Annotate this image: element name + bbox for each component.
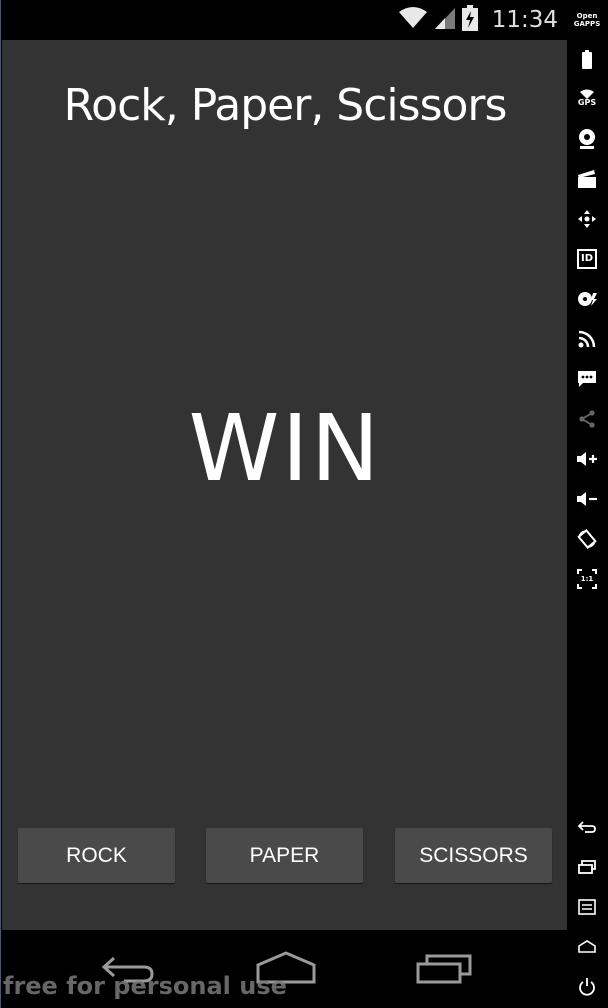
- status-icons: 11:34: [398, 4, 558, 36]
- camera-icon[interactable]: [573, 125, 601, 153]
- status-bar: 11:34: [1, 0, 568, 40]
- scale-label: 1:1: [580, 575, 594, 583]
- emulator-side-toolbar: Open GAPPS GPS ID 1:1: [567, 0, 608, 1008]
- app-content: Rock, Paper, Scissors WIN ROCK PAPER SCI…: [2, 40, 568, 930]
- paper-button[interactable]: PAPER: [206, 828, 363, 883]
- rss-icon[interactable]: [573, 325, 601, 353]
- battery-icon[interactable]: [573, 46, 601, 74]
- gps-icon[interactable]: GPS: [573, 84, 601, 112]
- app-title: Rock, Paper, Scissors: [63, 80, 508, 131]
- id-icon[interactable]: ID: [573, 245, 601, 273]
- signal-icon: [434, 6, 456, 34]
- recent-apps-icon[interactable]: [415, 950, 473, 990]
- share-icon[interactable]: [573, 405, 601, 433]
- game-result: WIN: [188, 395, 382, 502]
- volume-up-icon[interactable]: [573, 445, 601, 473]
- disk-icon[interactable]: [573, 285, 601, 313]
- menu-icon[interactable]: [573, 893, 601, 921]
- toolbar-recent-apps-icon[interactable]: [573, 853, 601, 881]
- power-icon[interactable]: [573, 973, 601, 1001]
- clapper-icon[interactable]: [573, 165, 601, 193]
- toolbar-back-icon[interactable]: [573, 813, 601, 841]
- status-clock: 11:34: [491, 7, 558, 33]
- toolbar-home-icon[interactable]: [573, 933, 601, 961]
- scissors-button[interactable]: SCISSORS: [395, 828, 552, 883]
- rotate-icon[interactable]: [573, 525, 601, 553]
- watermark-text: free for personal use: [3, 972, 287, 1000]
- volume-down-icon[interactable]: [573, 485, 601, 513]
- sms-icon[interactable]: [573, 365, 601, 393]
- rock-button[interactable]: ROCK: [18, 828, 175, 883]
- pixel-scale-icon[interactable]: 1:1: [573, 565, 601, 593]
- device-screen: 11:34 Rock, Paper, Scissors WIN ROCK PAP…: [0, 0, 568, 1008]
- battery-charging-icon: [461, 5, 478, 35]
- move-icon[interactable]: [573, 205, 601, 233]
- id-label: ID: [580, 253, 594, 264]
- open-gapps-label: Open GAPPS: [573, 12, 601, 28]
- open-gapps-button[interactable]: Open GAPPS: [573, 6, 601, 34]
- wifi-icon: [398, 6, 428, 34]
- gps-label: GPS: [577, 98, 597, 107]
